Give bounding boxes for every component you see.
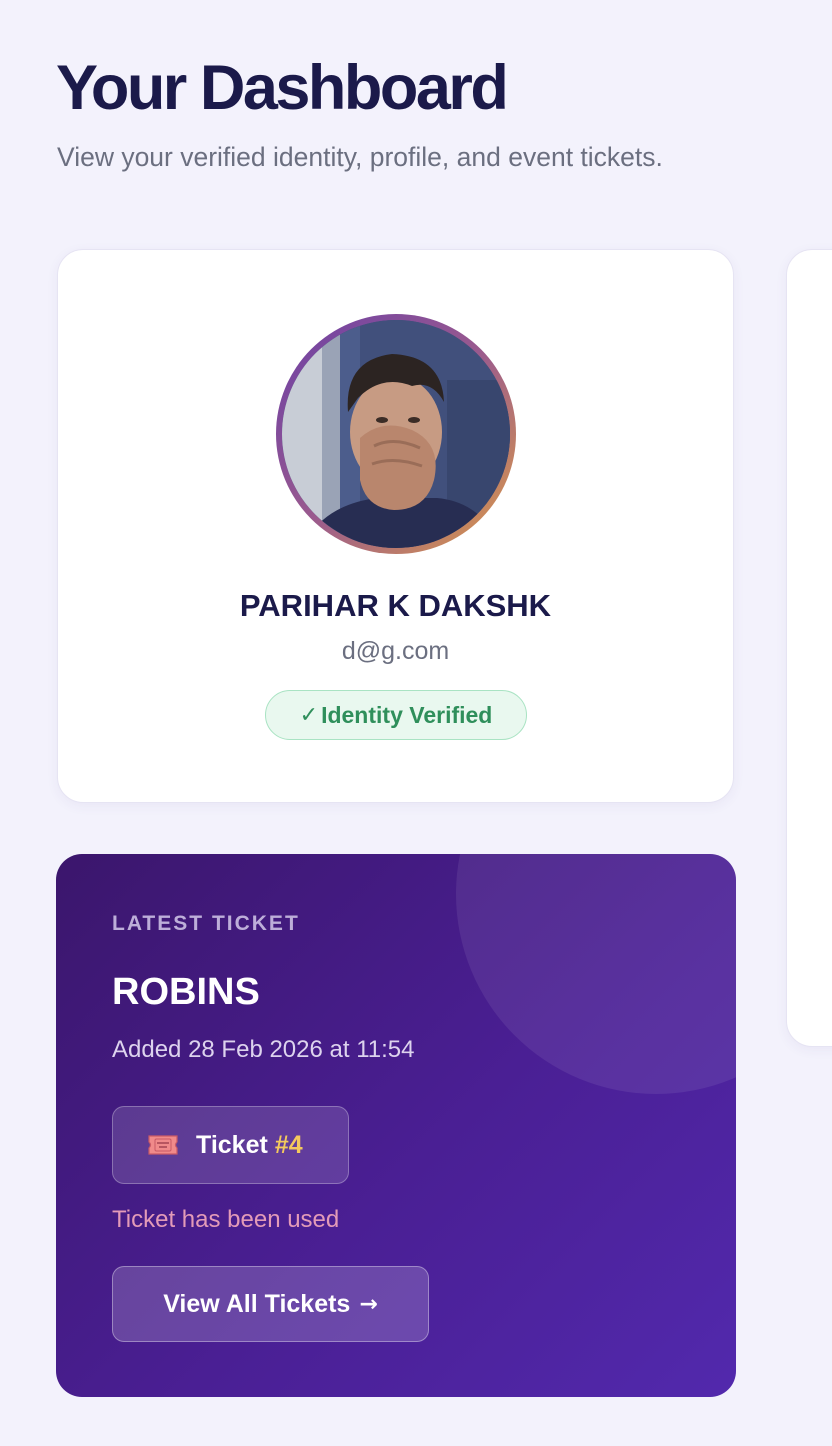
- side-card: [786, 249, 832, 1047]
- profile-email: d@g.com: [341, 637, 450, 665]
- ticket-added-date: Added 28 Feb 2026 at 11:54: [112, 1036, 415, 1063]
- page-title: Your Dashboard: [56, 53, 509, 123]
- profile-card: PARIHAR K DAKSHK d@g.com ✓ Identity Veri…: [57, 249, 734, 803]
- view-all-tickets-label: View All Tickets: [163, 1289, 351, 1318]
- arrow-right-icon: →: [359, 1291, 378, 1317]
- ticket-status: Ticket has been used: [112, 1206, 340, 1233]
- check-icon: ✓: [299, 702, 319, 728]
- avatar-photo: [282, 320, 510, 548]
- profile-name: PARIHAR K DAKSHK: [239, 588, 552, 623]
- avatar-ring: [276, 314, 516, 554]
- latest-ticket-card: LATEST TICKET ROBINS Added 28 Feb 2026 a…: [56, 854, 736, 1397]
- identity-verified-label: Identity Verified: [321, 701, 493, 728]
- ticket-number-chip: Ticket #4: [112, 1106, 349, 1184]
- ticket-event-name: ROBINS: [112, 971, 260, 1013]
- view-all-tickets-button[interactable]: View All Tickets →: [112, 1266, 429, 1342]
- page-subtitle: View your verified identity, profile, an…: [57, 142, 663, 172]
- admit-one-ticket-icon: [148, 1135, 178, 1155]
- latest-ticket-eyebrow: LATEST TICKET: [112, 912, 300, 935]
- ticket-number: #4: [274, 1130, 303, 1159]
- decorative-circle: [456, 854, 736, 1094]
- identity-verified-badge: ✓ Identity Verified: [265, 690, 527, 740]
- avatar: [282, 320, 510, 548]
- ticket-label: Ticket: [196, 1130, 268, 1159]
